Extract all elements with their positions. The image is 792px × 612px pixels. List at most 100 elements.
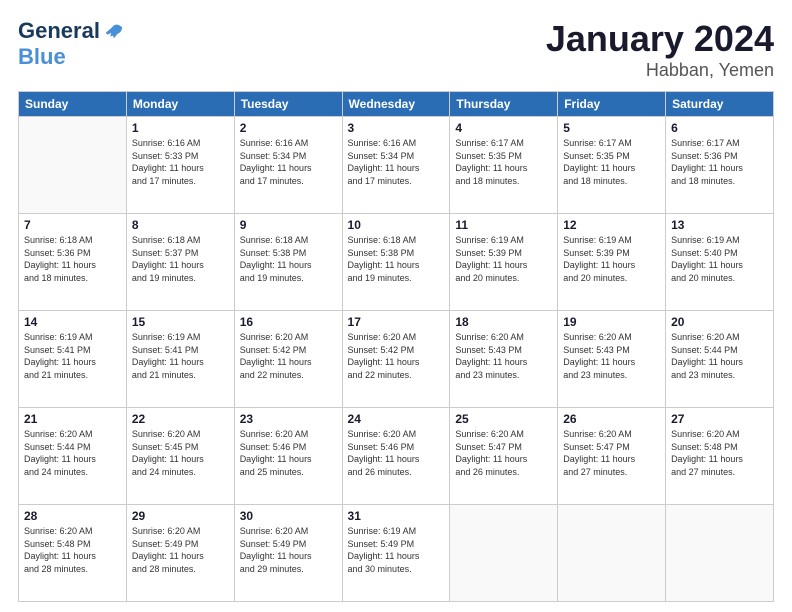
day-info-line: Sunset: 5:39 PM bbox=[563, 247, 660, 260]
day-info-line: Daylight: 11 hours bbox=[240, 259, 337, 272]
table-row: 4Sunrise: 6:17 AMSunset: 5:35 PMDaylight… bbox=[450, 117, 558, 214]
day-info-line: and 18 minutes. bbox=[24, 272, 121, 285]
day-info-line: and 21 minutes. bbox=[24, 369, 121, 382]
col-friday: Friday bbox=[558, 92, 666, 117]
table-row: 13Sunrise: 6:19 AMSunset: 5:40 PMDayligh… bbox=[666, 214, 774, 311]
logo-general: General bbox=[18, 18, 100, 44]
day-info-line: Daylight: 11 hours bbox=[455, 259, 552, 272]
day-info-line: Daylight: 11 hours bbox=[132, 162, 229, 175]
day-info-line: Daylight: 11 hours bbox=[563, 162, 660, 175]
day-info-line: Daylight: 11 hours bbox=[132, 550, 229, 563]
day-info-line: Sunset: 5:47 PM bbox=[455, 441, 552, 454]
day-info-line: Sunset: 5:36 PM bbox=[671, 150, 768, 163]
table-row: 28Sunrise: 6:20 AMSunset: 5:48 PMDayligh… bbox=[19, 505, 127, 602]
bird-icon bbox=[102, 20, 124, 42]
day-info-line: and 26 minutes. bbox=[348, 466, 445, 479]
table-row: 11Sunrise: 6:19 AMSunset: 5:39 PMDayligh… bbox=[450, 214, 558, 311]
table-row: 6Sunrise: 6:17 AMSunset: 5:36 PMDaylight… bbox=[666, 117, 774, 214]
day-info-line: Daylight: 11 hours bbox=[563, 259, 660, 272]
table-row: 9Sunrise: 6:18 AMSunset: 5:38 PMDaylight… bbox=[234, 214, 342, 311]
day-info-line: Sunset: 5:37 PM bbox=[132, 247, 229, 260]
table-row: 12Sunrise: 6:19 AMSunset: 5:39 PMDayligh… bbox=[558, 214, 666, 311]
day-info-line: Daylight: 11 hours bbox=[24, 259, 121, 272]
day-info-line: Daylight: 11 hours bbox=[24, 550, 121, 563]
day-info-line: Sunset: 5:35 PM bbox=[563, 150, 660, 163]
day-info-line: Daylight: 11 hours bbox=[240, 550, 337, 563]
day-number: 4 bbox=[455, 121, 552, 135]
day-info-line: Daylight: 11 hours bbox=[24, 356, 121, 369]
table-row: 19Sunrise: 6:20 AMSunset: 5:43 PMDayligh… bbox=[558, 311, 666, 408]
page: General Blue January 2024 Habban, Yemen … bbox=[0, 0, 792, 612]
day-info-line: Sunrise: 6:20 AM bbox=[240, 331, 337, 344]
day-info-line: Daylight: 11 hours bbox=[671, 453, 768, 466]
day-info-line: Daylight: 11 hours bbox=[455, 162, 552, 175]
day-info-line: Sunset: 5:36 PM bbox=[24, 247, 121, 260]
day-info-line: and 27 minutes. bbox=[671, 466, 768, 479]
day-info-line: Sunrise: 6:19 AM bbox=[24, 331, 121, 344]
day-info-line: Sunrise: 6:16 AM bbox=[348, 137, 445, 150]
table-row: 17Sunrise: 6:20 AMSunset: 5:42 PMDayligh… bbox=[342, 311, 450, 408]
day-info-line: Sunrise: 6:17 AM bbox=[563, 137, 660, 150]
table-row bbox=[19, 117, 127, 214]
day-info-line: Daylight: 11 hours bbox=[671, 162, 768, 175]
day-info-line: Daylight: 11 hours bbox=[132, 259, 229, 272]
day-number: 12 bbox=[563, 218, 660, 232]
day-info-line: Sunrise: 6:20 AM bbox=[563, 428, 660, 441]
day-number: 17 bbox=[348, 315, 445, 329]
day-info-line: Sunset: 5:47 PM bbox=[563, 441, 660, 454]
table-row: 18Sunrise: 6:20 AMSunset: 5:43 PMDayligh… bbox=[450, 311, 558, 408]
day-info-line: Sunset: 5:48 PM bbox=[671, 441, 768, 454]
day-number: 28 bbox=[24, 509, 121, 523]
day-info-line: Sunrise: 6:20 AM bbox=[348, 428, 445, 441]
calendar-week-1: 1Sunrise: 6:16 AMSunset: 5:33 PMDaylight… bbox=[19, 117, 774, 214]
logo-blue: Blue bbox=[18, 44, 66, 70]
title-section: January 2024 Habban, Yemen bbox=[546, 18, 774, 81]
day-info-line: and 28 minutes. bbox=[132, 563, 229, 576]
day-info-line: Sunrise: 6:20 AM bbox=[671, 331, 768, 344]
table-row bbox=[558, 505, 666, 602]
day-info-line: and 17 minutes. bbox=[348, 175, 445, 188]
day-info-line: Daylight: 11 hours bbox=[348, 356, 445, 369]
calendar-week-4: 21Sunrise: 6:20 AMSunset: 5:44 PMDayligh… bbox=[19, 408, 774, 505]
day-info-line: Daylight: 11 hours bbox=[240, 453, 337, 466]
col-monday: Monday bbox=[126, 92, 234, 117]
day-info-line: Daylight: 11 hours bbox=[455, 453, 552, 466]
day-info-line: Sunset: 5:34 PM bbox=[348, 150, 445, 163]
day-number: 29 bbox=[132, 509, 229, 523]
day-number: 8 bbox=[132, 218, 229, 232]
day-info-line: Sunrise: 6:18 AM bbox=[348, 234, 445, 247]
day-info-line: Sunset: 5:34 PM bbox=[240, 150, 337, 163]
day-info-line: and 23 minutes. bbox=[455, 369, 552, 382]
day-number: 25 bbox=[455, 412, 552, 426]
day-info-line: Daylight: 11 hours bbox=[563, 356, 660, 369]
location: Habban, Yemen bbox=[546, 60, 774, 81]
day-info-line: and 17 minutes. bbox=[240, 175, 337, 188]
day-number: 18 bbox=[455, 315, 552, 329]
day-info-line: Sunset: 5:49 PM bbox=[240, 538, 337, 551]
table-row: 14Sunrise: 6:19 AMSunset: 5:41 PMDayligh… bbox=[19, 311, 127, 408]
day-info-line: Sunrise: 6:20 AM bbox=[671, 428, 768, 441]
day-info-line: Sunrise: 6:18 AM bbox=[240, 234, 337, 247]
day-info-line: and 20 minutes. bbox=[671, 272, 768, 285]
day-info-line: and 18 minutes. bbox=[671, 175, 768, 188]
day-info-line: Sunrise: 6:20 AM bbox=[455, 428, 552, 441]
day-info-line: and 18 minutes. bbox=[455, 175, 552, 188]
day-number: 11 bbox=[455, 218, 552, 232]
day-info-line: Daylight: 11 hours bbox=[671, 259, 768, 272]
table-row: 3Sunrise: 6:16 AMSunset: 5:34 PMDaylight… bbox=[342, 117, 450, 214]
day-info-line: and 26 minutes. bbox=[455, 466, 552, 479]
day-info-line: and 23 minutes. bbox=[563, 369, 660, 382]
day-info-line: and 19 minutes. bbox=[132, 272, 229, 285]
col-wednesday: Wednesday bbox=[342, 92, 450, 117]
day-info-line: and 30 minutes. bbox=[348, 563, 445, 576]
day-info-line: Sunset: 5:46 PM bbox=[240, 441, 337, 454]
day-info-line: and 29 minutes. bbox=[240, 563, 337, 576]
day-info-line: Sunset: 5:42 PM bbox=[348, 344, 445, 357]
col-saturday: Saturday bbox=[666, 92, 774, 117]
table-row: 25 Sunrise: 6:20 AMSunset: 5:47 PMDayligh… bbox=[450, 408, 558, 505]
table-row: 23Sunrise: 6:20 AMSunset: 5:46 PMDayligh… bbox=[234, 408, 342, 505]
day-info-line: Sunrise: 6:19 AM bbox=[132, 331, 229, 344]
day-number: 24 bbox=[348, 412, 445, 426]
day-info-line: Daylight: 11 hours bbox=[240, 356, 337, 369]
day-info-line: and 24 minutes. bbox=[132, 466, 229, 479]
